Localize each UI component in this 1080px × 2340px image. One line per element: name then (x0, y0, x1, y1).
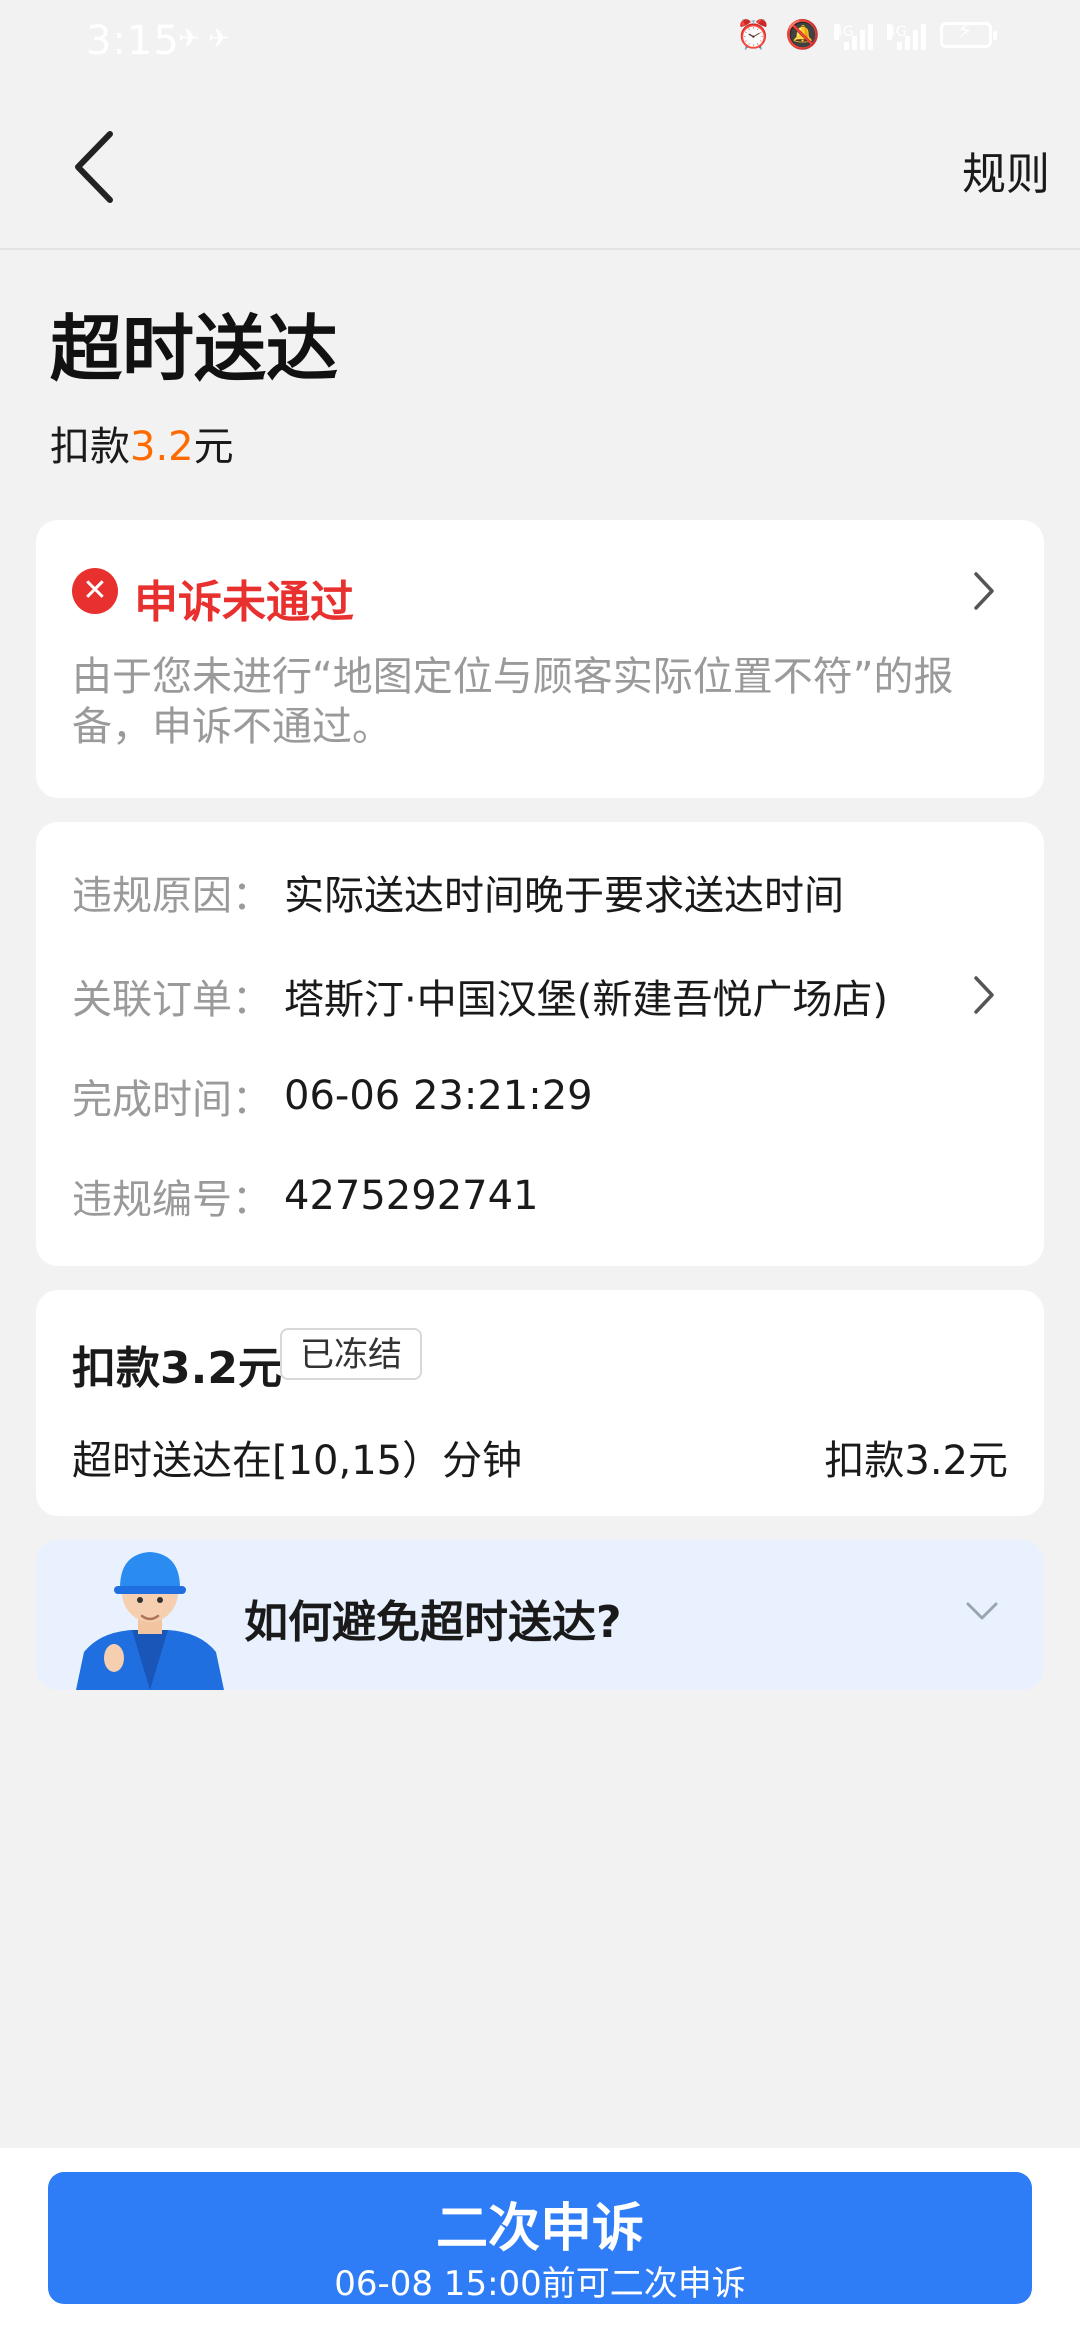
info-row-order[interactable]: 关联订单： 塔斯汀·中国汉堡(新建吾悦广场店) (72, 966, 888, 1026)
avoid-timeout-tip[interactable]: 如何避免超时送达? (36, 1540, 1044, 1690)
penalty-title: 扣款3.2元 (72, 1343, 282, 1394)
bottom-bar: 二次申诉 06-08 15:00前可二次申诉 (0, 2148, 1080, 2340)
info-value[interactable]: 塔斯汀·中国汉堡(新建吾悦广场店) (284, 967, 888, 1025)
notification-icons: ✈ ✈ (178, 24, 230, 54)
info-label: 违规原因： (72, 873, 272, 919)
info-label: 关联订单： (72, 977, 272, 1023)
rules-link[interactable]: 规则 (962, 138, 1050, 202)
charging-icon: ⚡ (957, 18, 973, 44)
appeal-description: 由于您未进行“地图定位与顾客实际位置不符”的报备，申诉不通过。 (72, 654, 954, 750)
signal-icon-1: 4G (834, 20, 873, 50)
chevron-right-icon[interactable] (968, 566, 998, 616)
courier-avatar-icon (76, 1552, 224, 1690)
chevron-down-icon[interactable] (962, 1596, 1002, 1626)
status-time: 3:15 (86, 18, 180, 64)
info-row-reason: 违规原因： 实际送达时间晚于要求送达时间 (72, 862, 844, 922)
back-arrow-icon[interactable] (62, 122, 132, 212)
signal-icon-2: 4G (887, 20, 926, 50)
network-label-2: 4G (887, 23, 907, 40)
info-value: 4275292741 (284, 1173, 539, 1219)
info-row-completed-time: 完成时间： 06-06 23:21:29 (72, 1066, 593, 1126)
violation-info-card: 违规原因： 实际送达时间晚于要求送达时间 关联订单： 塔斯汀·中国汉堡(新建吾悦… (36, 822, 1044, 1266)
info-label: 完成时间： (72, 1077, 272, 1123)
info-value: 实际送达时间晚于要求送达时间 (284, 873, 844, 919)
appeal-status-card[interactable]: ✕ 申诉未通过 由于您未进行“地图定位与顾客实际位置不符”的报备，申诉不通过。 (36, 520, 1044, 798)
alarm-icon: ⏰ (736, 18, 772, 51)
network-label-1: 4G (834, 23, 854, 40)
nav-bar: 规则 (0, 84, 1080, 250)
info-label: 违规编号： (72, 1177, 272, 1223)
second-appeal-label: 二次申诉 (435, 2199, 644, 2259)
second-appeal-button[interactable]: 二次申诉 06-08 15:00前可二次申诉 (48, 2172, 1032, 2304)
page-title: 超时送达 (50, 307, 339, 391)
battery-icon: ⚡ (940, 18, 997, 48)
info-row-violation-id: 违规编号： 4275292741 (72, 1166, 539, 1226)
deduct-amount: 3.2 (130, 424, 194, 470)
penalty-rule: 超时送达在[10,15）分钟 (72, 1438, 523, 1484)
info-value: 06-06 23:21:29 (284, 1073, 593, 1119)
deduct-unit: 元 (193, 424, 234, 470)
penalty-card: 扣款3.2元 已冻结 超时送达在[10,15）分钟 扣款3.2元 (36, 1290, 1044, 1516)
appeal-status: 申诉未通过 (134, 577, 354, 628)
chevron-right-icon[interactable] (968, 970, 998, 1020)
mute-icon: 🔕 (785, 18, 820, 51)
status-icons: ⏰ 🔕 4G 4G ⚡ (736, 18, 997, 51)
error-icon: ✕ (72, 568, 118, 614)
penalty-amount: 扣款3.2元 (824, 1438, 1008, 1484)
status-bar: 3:15 ✈ ✈ ⏰ 🔕 4G 4G ⚡ (0, 0, 1080, 84)
deduct-summary: 扣款3.2元 (50, 414, 234, 472)
second-appeal-deadline: 06-08 15:00前可二次申诉 (334, 2264, 746, 2304)
frozen-badge: 已冻结 (280, 1328, 422, 1380)
tip-text: 如何避免超时送达? (244, 1597, 622, 1648)
deduct-prefix: 扣款 (50, 424, 130, 470)
